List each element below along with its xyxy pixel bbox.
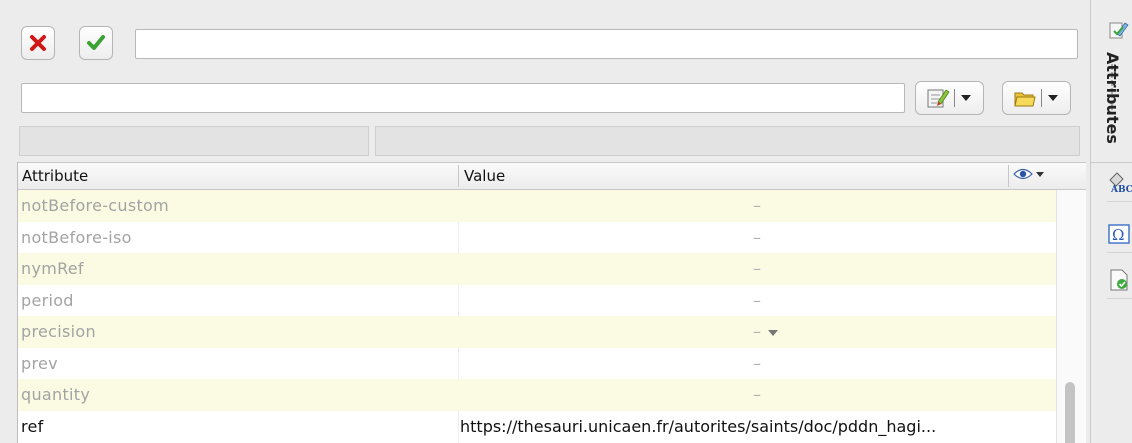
attribute-name: ref (21, 416, 44, 436)
validate-document-icon (1110, 269, 1128, 291)
folder-dropdown-button[interactable] (1002, 81, 1071, 115)
status-strip-right (375, 126, 1080, 156)
svg-text:Ω: Ω (1112, 226, 1124, 244)
column-header-value[interactable]: Value (464, 167, 505, 185)
chevron-down-icon (961, 95, 971, 101)
spellcheck-icon: ABC (1109, 172, 1132, 195)
svg-text:ABC: ABC (1110, 185, 1132, 195)
edit-document-icon (927, 89, 950, 108)
table-row[interactable]: nymRef – (18, 253, 1056, 285)
attribute-value[interactable]: – (753, 196, 761, 215)
attribute-name: period (21, 290, 74, 310)
tab-label: Attributes (1103, 52, 1122, 144)
attribute-value[interactable]: – (753, 354, 761, 373)
column-header-attribute[interactable]: Attribute (22, 167, 88, 185)
table-row[interactable]: notBefore-custom – (18, 190, 1056, 222)
attribute-name: notBefore-iso (21, 227, 132, 247)
filter-input[interactable] (21, 83, 905, 113)
table-row[interactable]: quantity – (18, 379, 1056, 411)
green-check-icon (87, 35, 105, 50)
attribute-name: prev (21, 353, 58, 373)
attribute-name: precision (21, 322, 96, 341)
omega-icon: Ω (1108, 224, 1130, 244)
scrollbar-thumb[interactable] (1065, 382, 1075, 443)
tab-attributes[interactable]: Attributes (1091, 0, 1132, 163)
table-row[interactable]: prev – (18, 348, 1056, 380)
attribute-value[interactable]: – (753, 322, 761, 341)
attribute-value[interactable]: – (753, 228, 761, 247)
vertical-scrollbar[interactable] (1056, 190, 1086, 443)
chevron-down-icon[interactable] (768, 330, 778, 336)
chevron-down-icon (1036, 171, 1044, 177)
table-row[interactable]: precision – (18, 316, 1056, 348)
attribute-name: notBefore-custom (21, 196, 170, 215)
attribute-name: nymRef (21, 259, 84, 278)
table-row[interactable]: notBefore-iso – (18, 222, 1056, 254)
attribute-name: quantity (21, 385, 91, 404)
cancel-button[interactable] (21, 26, 55, 60)
confirm-button[interactable] (79, 26, 113, 60)
attribute-value[interactable]: – (753, 385, 761, 404)
folder-icon (1014, 92, 1036, 107)
status-strip-left (19, 126, 369, 156)
attributes-table: Attribute Value notBefore-custom – notBe… (17, 162, 1086, 443)
attribute-value[interactable]: https://thesauri.unicaen.fr/autorites/sa… (460, 417, 936, 436)
table-row[interactable]: ref https://thesauri.unicaen.fr/autorite… (18, 411, 1056, 443)
attributes-edit-icon (1109, 22, 1129, 39)
validate-button[interactable] (1107, 268, 1132, 299)
attribute-value[interactable]: – (753, 259, 761, 278)
red-x-icon (30, 35, 46, 51)
chevron-down-icon (1048, 95, 1058, 101)
side-dock: Attributes ABC Ω (1090, 0, 1132, 443)
symbols-button[interactable]: Ω (1107, 222, 1132, 253)
value-input[interactable] (135, 29, 1078, 59)
attribute-value[interactable]: – (753, 291, 761, 310)
table-row[interactable]: period – (18, 285, 1056, 317)
eye-icon (1013, 168, 1033, 180)
view-options-button[interactable] (1013, 168, 1044, 180)
table-header: Attribute Value (18, 162, 1086, 190)
spellcheck-button[interactable]: ABC (1107, 171, 1132, 202)
edit-dropdown-button[interactable] (915, 81, 984, 115)
